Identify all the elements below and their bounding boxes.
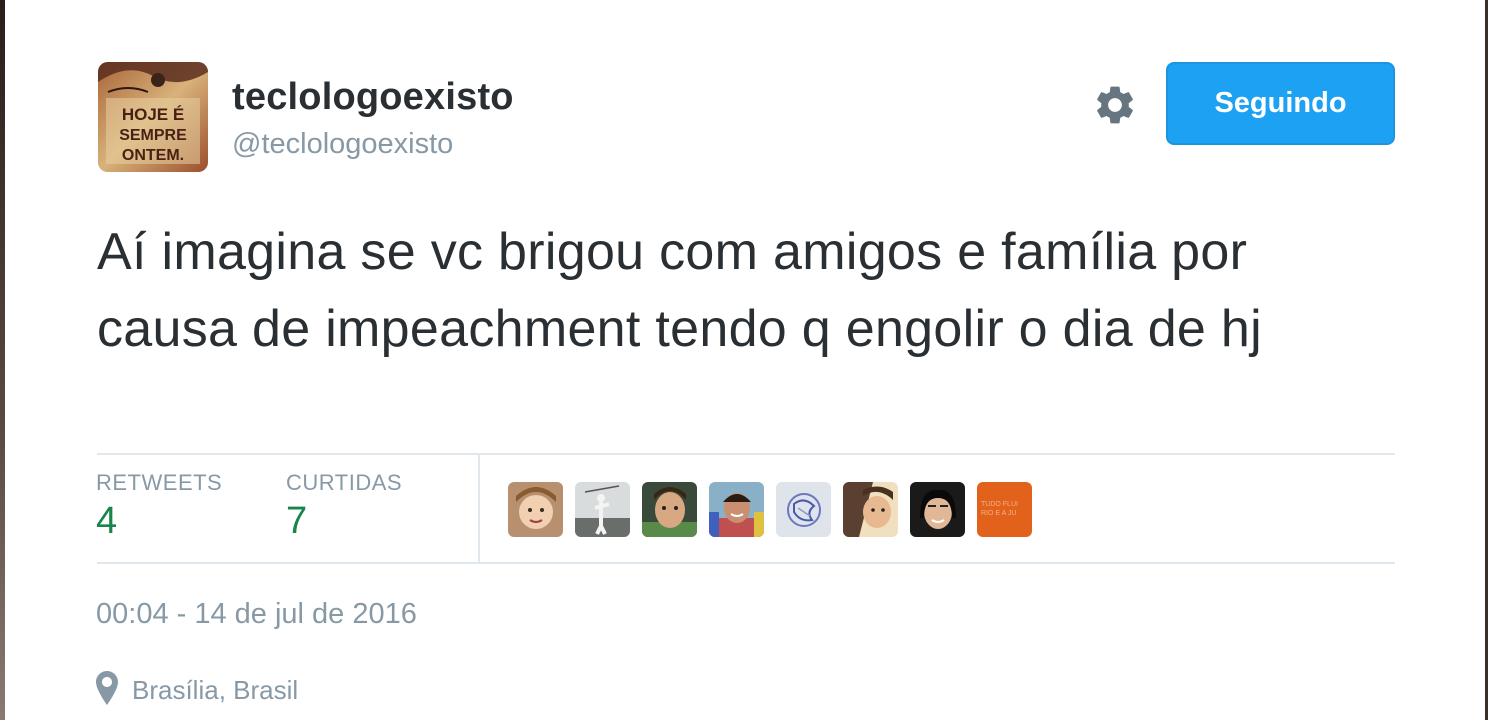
liker-avatar[interactable]: [709, 482, 764, 537]
liker-avatar[interactable]: [508, 482, 563, 537]
tweet-text: Aí imagina se vc brigou com amigos e fam…: [97, 223, 1262, 358]
liker-avatar[interactable]: [575, 482, 630, 537]
stats-divider-top: [97, 453, 1395, 455]
tweet-timestamp[interactable]: 00:04 - 14 de jul de 2016: [96, 598, 417, 631]
retweets-label: RETWEETS: [96, 470, 223, 495]
liker-avatar[interactable]: [776, 482, 831, 537]
avatar-image: HOJE É SEMPRE ONTEM.: [98, 62, 208, 172]
following-button[interactable]: Seguindo: [1166, 62, 1395, 145]
gear-icon[interactable]: [1092, 82, 1138, 128]
author-handle[interactable]: @teclologoexisto: [232, 128, 453, 161]
avatar-text-line3: ONTEM.: [122, 147, 184, 164]
author-avatar[interactable]: HOJE É SEMPRE ONTEM.: [98, 62, 208, 172]
liker-avatar[interactable]: TUDO FLUI RIO E A JU: [977, 482, 1032, 537]
likes-label: CURTIDAS: [286, 470, 403, 495]
svg-text:RIO E A JU: RIO E A JU: [981, 510, 1016, 517]
stats-divider-bottom: [97, 562, 1395, 564]
tweet-location[interactable]: Brasília, Brasil: [96, 670, 299, 710]
liker-avatar[interactable]: [642, 482, 697, 537]
liker-avatar[interactable]: [910, 482, 965, 537]
retweets-count: 4: [96, 500, 118, 542]
author-name[interactable]: teclologoexisto: [232, 76, 514, 119]
stats-vertical-divider: [478, 455, 480, 562]
retweets-stat[interactable]: RETWEETS 4: [96, 470, 222, 543]
likes-stat[interactable]: CURTIDAS 7: [286, 470, 402, 543]
location-label: Brasília, Brasil: [132, 674, 299, 705]
svg-text:TUDO FLUI: TUDO FLUI: [981, 501, 1018, 508]
avatar-text-line1: HOJE É: [122, 105, 184, 124]
avatar-text-line2: SEMPRE: [119, 127, 187, 144]
window-edge-left: [0, 0, 5, 720]
likes-count: 7: [286, 500, 308, 542]
liker-avatar[interactable]: [843, 482, 898, 537]
map-pin-icon: [96, 670, 118, 710]
tweet-card: HOJE É SEMPRE ONTEM. teclologoexisto @te…: [0, 0, 1488, 720]
